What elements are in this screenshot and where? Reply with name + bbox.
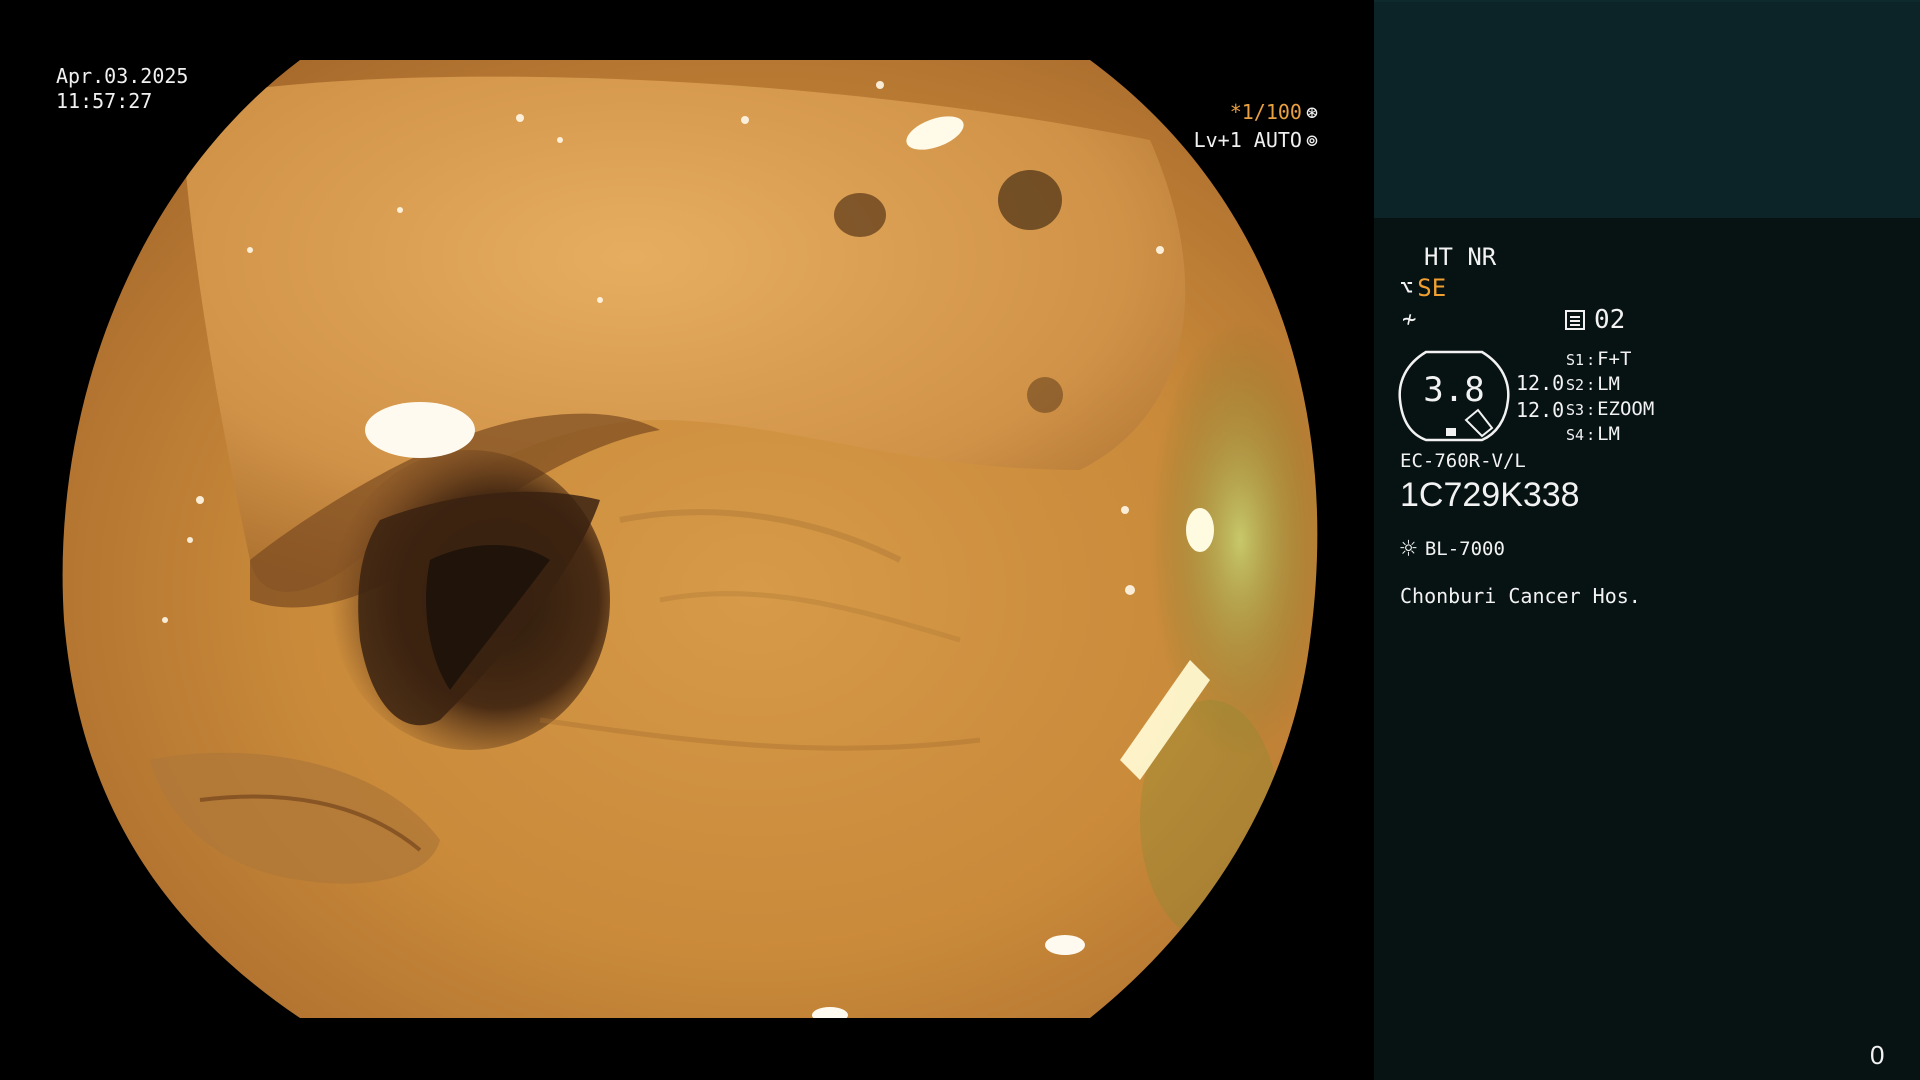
switch-value: LM bbox=[1597, 373, 1620, 395]
shutter-speed-indicator: *1/100 ⊛ bbox=[1230, 100, 1318, 124]
endoscope-image-view: Apr.03.2025 11:57:27 *1/100 ⊛ Lv+1 AUTO … bbox=[0, 0, 1374, 1080]
exam-date: Apr.03.2025 bbox=[56, 64, 189, 88]
memory-row: 02 bbox=[1564, 305, 1625, 335]
exam-time: 11:57:27 bbox=[56, 89, 153, 113]
switch-s3: S3: EZOOM bbox=[1566, 398, 1655, 420]
switch-value: LM bbox=[1597, 423, 1620, 445]
switch-value: F+T bbox=[1597, 348, 1632, 370]
hospital-name: Chonburi Cancer Hos. bbox=[1400, 584, 1641, 608]
sun-icon: ☼ bbox=[1400, 532, 1417, 565]
switch-s1: S1: F+T bbox=[1566, 348, 1632, 370]
memory-icon bbox=[1565, 310, 1585, 330]
enhance-mode: HT NR bbox=[1424, 243, 1497, 271]
endoscopy-display: Apr.03.2025 11:57:27 *1/100 ⊛ Lv+1 AUTO … bbox=[0, 0, 1920, 1080]
light-source-row: ☼ BL-7000 bbox=[1400, 532, 1505, 565]
iris-icon: ⊚ bbox=[1305, 128, 1318, 152]
switch-key: S3 bbox=[1566, 401, 1585, 419]
switch-value: EZOOM bbox=[1597, 398, 1655, 420]
memory-value: 02 bbox=[1594, 305, 1626, 335]
gain-bottom: 12.0 bbox=[1516, 398, 1565, 422]
shutter-speed-value: *1/100 bbox=[1229, 100, 1302, 124]
iris-value: Lv+1 AUTO bbox=[1193, 128, 1302, 152]
switch-s4: S4: LM bbox=[1566, 423, 1620, 445]
structure-enhance-row: ⌥ SE bbox=[1400, 274, 1446, 302]
switch-key: S2 bbox=[1566, 376, 1585, 394]
scope-model: EC-760R-V/L bbox=[1400, 450, 1526, 472]
filter-icon: ≁ bbox=[1402, 305, 1417, 333]
scope-serial: 1C729K338 bbox=[1400, 476, 1580, 514]
switch-key: S4 bbox=[1566, 426, 1585, 444]
gain-top: 12.0 bbox=[1516, 371, 1565, 395]
iris-indicator: Lv+1 AUTO ⊚ bbox=[1194, 128, 1318, 152]
light-source: BL-7000 bbox=[1424, 537, 1505, 560]
info-panel: HT NR ⌥ SE ≁ 02 3.8 12.0 12.0 S1: F+T S2… bbox=[1374, 0, 1920, 1080]
switch-s2: S2: LM bbox=[1566, 373, 1620, 395]
aperture-icon: ⊛ bbox=[1305, 100, 1318, 124]
structure-enhance-icon: ⌥ bbox=[1400, 275, 1414, 301]
thumbnail-area bbox=[1374, 0, 1920, 218]
zoom-value: 3.8 bbox=[1423, 370, 1485, 410]
switch-key: S1 bbox=[1566, 351, 1585, 369]
colon-lumen-image bbox=[62, 60, 1318, 1018]
image-counter: 0 bbox=[1870, 1040, 1885, 1070]
se-label: SE bbox=[1417, 274, 1447, 302]
